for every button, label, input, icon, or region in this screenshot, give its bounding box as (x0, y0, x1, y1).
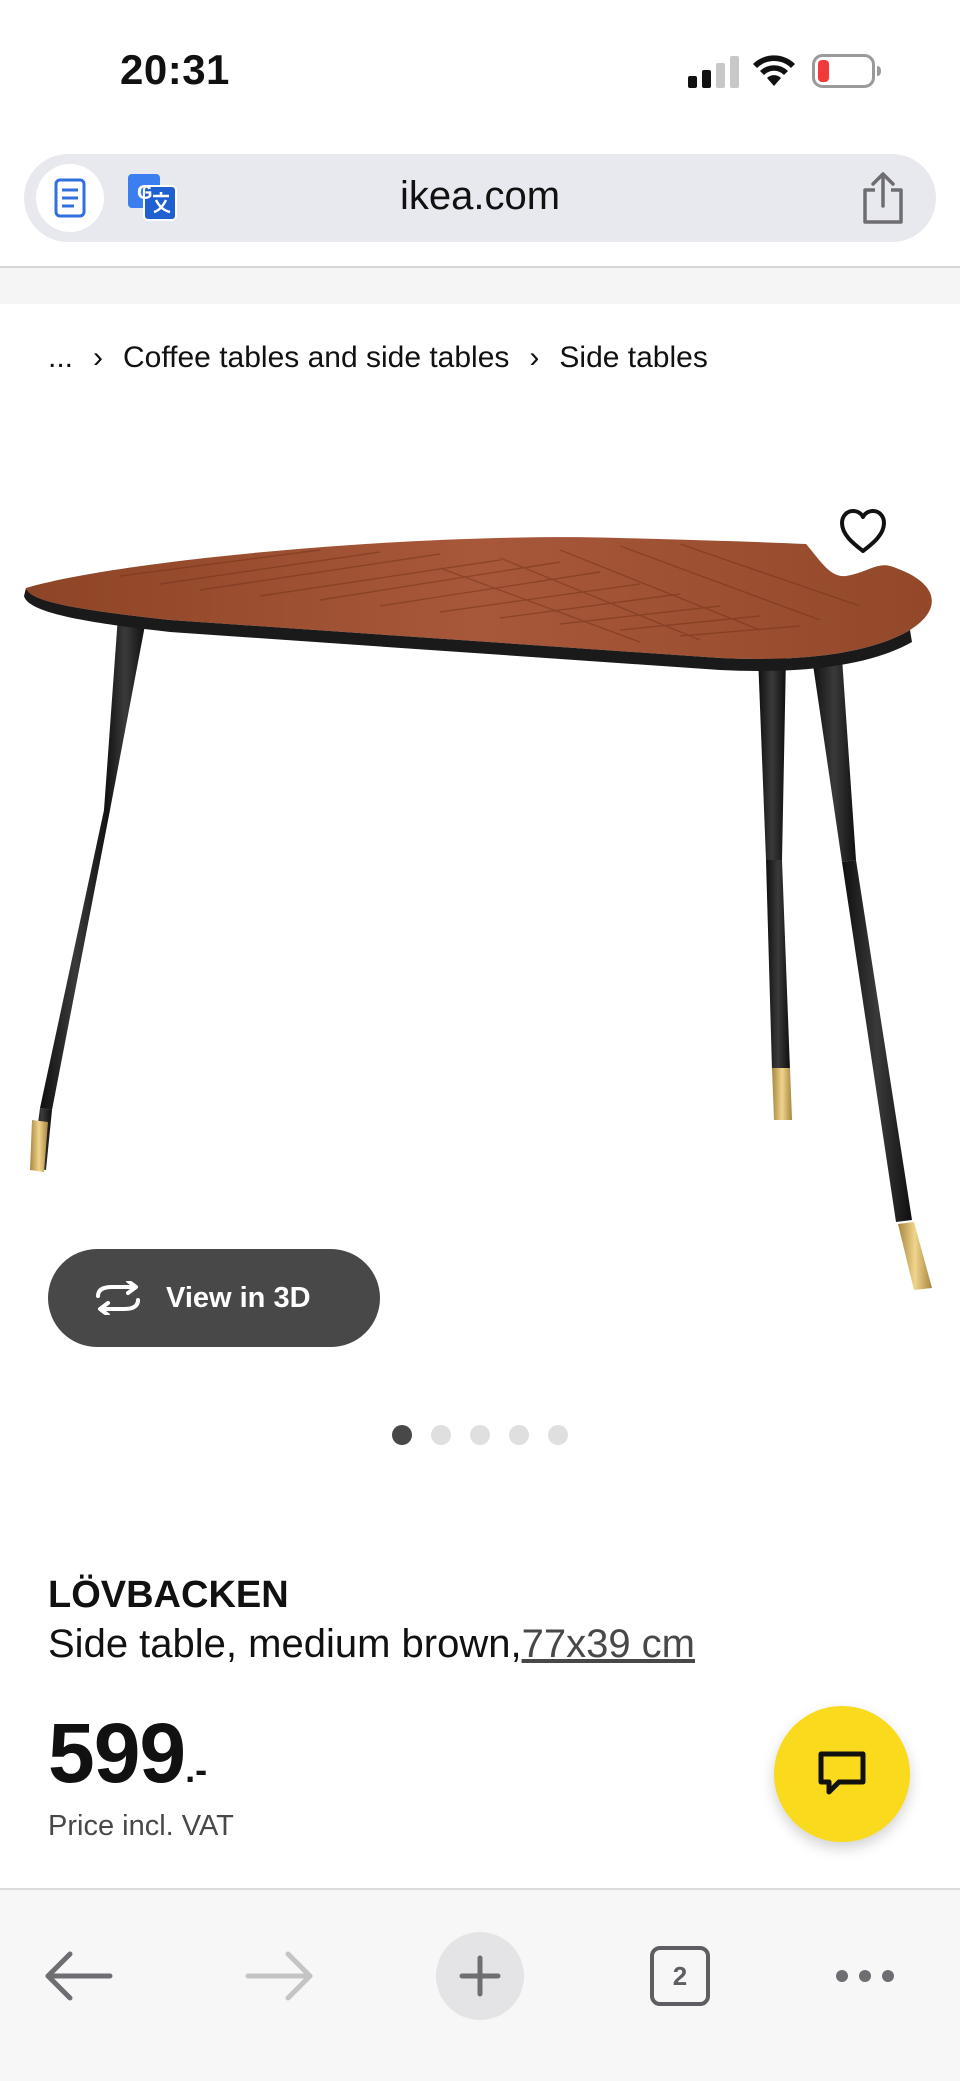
browser-toolbar: 2 (0, 1888, 960, 2081)
forward-arrow-icon[interactable] (242, 1946, 318, 2006)
chat-icon (818, 1751, 866, 1795)
carousel-dot[interactable] (392, 1425, 412, 1445)
plus-icon (459, 1955, 501, 1997)
price-note: Price incl. VAT (48, 1810, 234, 1842)
price-integer: 599 (48, 1706, 186, 1800)
share-icon[interactable] (860, 172, 906, 224)
carousel-dot[interactable] (470, 1425, 490, 1445)
product-dimensions-link[interactable]: 77x39 cm (522, 1622, 695, 1666)
chevron-right-icon: › (93, 341, 104, 374)
back-arrow-icon[interactable] (40, 1946, 116, 2006)
product-image[interactable] (0, 480, 960, 1320)
chat-button[interactable] (774, 1706, 910, 1842)
product-description-text: Side table, medium brown, (48, 1622, 522, 1666)
product-name: LÖVBACKEN (48, 1574, 289, 1616)
new-tab-button[interactable] (436, 1932, 524, 2020)
view-in-3d-label: View in 3D (166, 1281, 311, 1314)
breadcrumb-item-coffee-tables[interactable]: Coffee tables and side tables (123, 341, 509, 375)
cellular-signal-icon (688, 56, 739, 88)
view-in-3d-button[interactable]: View in 3D (48, 1249, 380, 1347)
product-price: 599.- (48, 1705, 207, 1802)
battery-icon (812, 54, 881, 88)
breadcrumb-ellipsis[interactable]: ... (48, 341, 73, 375)
carousel-dot[interactable] (548, 1425, 568, 1445)
url-text[interactable]: ikea.com (24, 174, 936, 219)
carousel-dot[interactable] (509, 1425, 529, 1445)
price-suffix: .- (185, 1749, 208, 1790)
tabs-button[interactable]: 2 (650, 1946, 710, 2006)
rotate-3d-icon (96, 1281, 140, 1315)
carousel-dots (392, 1425, 568, 1445)
heart-icon[interactable] (836, 504, 890, 558)
breadcrumb-item-side-tables[interactable]: Side tables (559, 341, 707, 375)
breadcrumb: ... › Coffee tables and side tables › Si… (48, 338, 708, 378)
carousel-dot[interactable] (431, 1425, 451, 1445)
page-top-band (0, 268, 960, 304)
status-bar: 20:31 (0, 0, 960, 140)
product-description: Side table, medium brown,77x39 cm (48, 1622, 695, 1667)
chevron-right-icon: › (529, 341, 540, 374)
address-bar[interactable]: G ikea.com (24, 154, 936, 242)
more-icon[interactable] (834, 1952, 896, 2000)
wifi-icon (753, 55, 795, 86)
status-time: 20:31 (120, 46, 230, 93)
